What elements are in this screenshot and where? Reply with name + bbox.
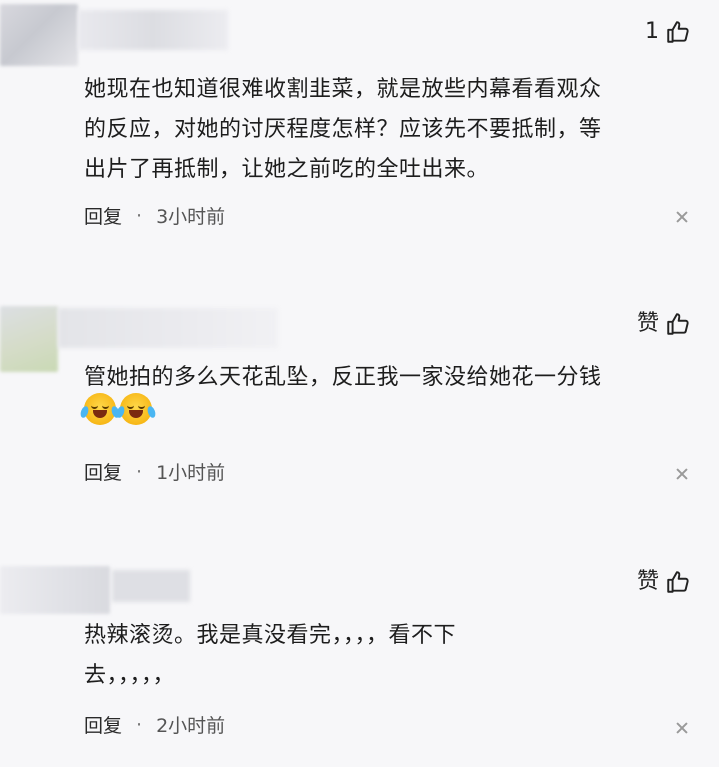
like-button[interactable]: 1 — [645, 18, 691, 46]
meta-separator: · — [136, 713, 143, 736]
reply-button[interactable]: 回复 — [84, 202, 122, 229]
crying-laughing-emoji — [79, 393, 121, 425]
comment-meta: 回复 · 2小时前 — [84, 711, 225, 738]
like-count: 1 — [645, 19, 659, 44]
meta-separator: · — [136, 204, 143, 227]
comment-line: 去，，，，， — [84, 663, 176, 688]
comment-item: 赞 热辣滚烫。我是真没看完，，，，看不下 去，，，，， 回复 · 2小时前 — [0, 548, 719, 767]
username-blurred[interactable] — [78, 10, 228, 50]
comment-meta: 回复 · 1小时前 — [84, 458, 225, 485]
username-blurred[interactable] — [58, 308, 278, 348]
emoji-row — [79, 393, 157, 425]
crying-laughing-emoji — [115, 393, 157, 425]
close-icon[interactable] — [675, 721, 689, 735]
comment-header — [0, 290, 719, 372]
like-button[interactable]: 赞 — [637, 310, 691, 338]
thumbs-up-icon — [667, 21, 689, 43]
comment-header — [0, 548, 719, 618]
reply-button[interactable]: 回复 — [84, 711, 122, 738]
thumbs-up-icon — [667, 571, 689, 593]
comment-time: 3小时前 — [156, 206, 226, 228]
like-button[interactable]: 赞 — [637, 568, 691, 596]
avatar[interactable] — [0, 306, 58, 372]
comment-line: 热辣滚烫。我是真没看完，，，，看不下 — [84, 623, 457, 648]
reply-button[interactable]: 回复 — [84, 458, 122, 485]
comment-header — [0, 0, 719, 70]
comment-item: 赞 管她拍的多么天花乱坠，反正我一家没给她花一分钱 回复 · 1小时前 — [0, 290, 719, 548]
comment-text: 热辣滚烫。我是真没看完，，，，看不下 去，，，，， — [84, 616, 684, 696]
comment-line: 出片了再抵制，让她之前吃的全吐出来。 — [84, 157, 490, 182]
comment-line: 她现在也知道很难收割韭菜，就是放些内幕看看观众 — [84, 77, 602, 102]
thumbs-up-icon — [667, 313, 689, 335]
comment-line: 的反应，对她的讨厌程度怎样？应该先不要抵制，等 — [84, 117, 602, 142]
like-label: 赞 — [636, 311, 659, 336]
username-blurred[interactable] — [112, 570, 190, 602]
avatar[interactable] — [0, 566, 110, 614]
like-label: 赞 — [636, 569, 659, 594]
avatar[interactable] — [0, 4, 78, 66]
comment-text: 她现在也知道很难收割韭菜，就是放些内幕看看观众 的反应，对她的讨厌程度怎样？应该… — [84, 70, 684, 190]
comment-meta: 回复 · 3小时前 — [84, 202, 225, 229]
comment-item: 1 她现在也知道很难收割韭菜，就是放些内幕看看观众 的反应，对她的讨厌程度怎样？… — [0, 0, 719, 290]
close-icon[interactable] — [675, 210, 689, 224]
meta-separator: · — [136, 460, 143, 483]
comment-time: 2小时前 — [156, 715, 226, 737]
comment-text: 管她拍的多么天花乱坠，反正我一家没给她花一分钱 — [84, 358, 684, 398]
comment-line: 管她拍的多么天花乱坠，反正我一家没给她花一分钱 — [84, 365, 602, 390]
close-icon[interactable] — [675, 467, 689, 481]
comment-time: 1小时前 — [156, 462, 226, 484]
